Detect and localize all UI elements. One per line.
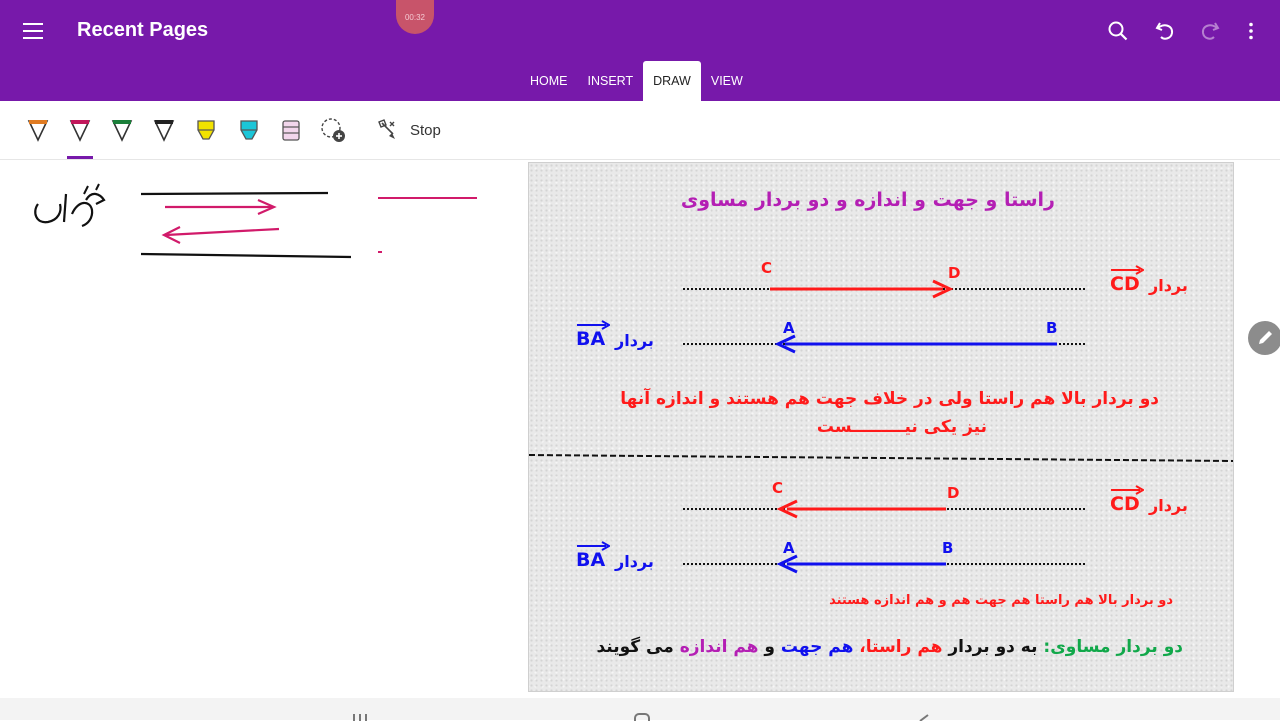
recent-apps-icon — [353, 714, 367, 722]
home-button[interactable] — [634, 708, 650, 726]
definition-collinear: هم راستا، — [859, 637, 943, 657]
vector-ba-label-top: BA — [576, 320, 610, 350]
note-opposite-vectors-line2: نیز یکی نیـــــــــست — [816, 417, 987, 437]
tab-home[interactable]: HOME — [520, 61, 578, 101]
edit-fab-button[interactable] — [1248, 321, 1280, 355]
recording-timer[interactable]: 00:32 — [396, 0, 434, 34]
redo-button[interactable] — [1193, 14, 1227, 48]
redo-icon — [1201, 22, 1220, 40]
definition-label: دو بردار مساوی: — [1043, 637, 1183, 657]
page-title: Recent Pages — [77, 19, 209, 41]
hamburger-menu-button[interactable] — [14, 12, 54, 50]
highlighter-icon — [197, 120, 215, 140]
tab-view[interactable]: VIEW — [701, 61, 753, 101]
pen-icon — [27, 120, 49, 142]
more-vertical-icon — [1249, 22, 1253, 40]
definition-text: به دو بردار — [948, 637, 1038, 657]
point-a: A — [783, 319, 795, 337]
vector-word: بردار — [615, 552, 654, 571]
vector-cd-label-bottom: CD — [1110, 485, 1144, 515]
recent-apps-button[interactable] — [352, 708, 368, 726]
search-icon — [1108, 21, 1128, 41]
undo-icon — [1155, 22, 1174, 40]
ink-line — [140, 191, 329, 196]
vector-name: BA — [576, 328, 606, 350]
highlighter-icon — [240, 120, 258, 140]
highlighter-tool-pink[interactable] — [276, 113, 306, 147]
ink-arrow-left — [165, 227, 280, 237]
vector-ba-label-bottom: BA — [576, 541, 610, 571]
back-icon — [919, 714, 929, 722]
definition-end: می گویند — [596, 637, 674, 657]
point-c: C — [772, 479, 784, 497]
vector-name: BA — [576, 549, 606, 571]
ink-stroke — [85, 192, 106, 205]
note-equal-vectors: دو بردار بالا هم راستا هم جهت هم و هم ان… — [829, 593, 1173, 608]
stop-label: Stop — [410, 121, 441, 139]
search-button[interactable] — [1101, 14, 1135, 48]
vector-name: CD — [1110, 493, 1140, 515]
tab-insert[interactable]: INSERT — [578, 61, 644, 101]
inserted-lesson-image[interactable]: راستا و جهت و اندازه و دو بردار مساوی CD… — [528, 162, 1234, 692]
pen-icon — [69, 120, 91, 142]
marker-icon — [282, 120, 300, 141]
vector-word: بردار — [615, 331, 654, 350]
point-d: D — [947, 484, 960, 502]
point-c: C — [761, 259, 773, 277]
vector-word: بردار — [1149, 496, 1188, 515]
ink-stroke — [83, 183, 100, 195]
vector-arrow-icon — [577, 541, 610, 551]
hamburger-icon — [23, 23, 43, 39]
ink-stroke — [62, 193, 68, 223]
ink-stroke — [70, 201, 94, 228]
point-a: A — [783, 539, 795, 557]
ink-stroke — [34, 203, 62, 224]
pencil-icon — [1259, 331, 1272, 344]
section-divider — [529, 454, 1233, 462]
add-pen-button[interactable] — [318, 113, 348, 147]
equal-vector-definition: دو بردار مساوی: به دو بردار هم راستا، هم… — [596, 637, 1183, 657]
highlighter-tool-cyan[interactable] — [234, 113, 264, 147]
pen-icon — [153, 120, 175, 142]
app-header: Recent Pages 00:32 HOME INSERT DRAW VIEW — [0, 0, 1280, 101]
handwritten-ink — [34, 183, 477, 259]
pen-tool-green[interactable] — [107, 113, 137, 147]
ribbon-tabs: HOME INSERT DRAW VIEW — [520, 61, 753, 101]
tab-draw[interactable]: DRAW — [643, 61, 701, 101]
point-d: D — [948, 264, 961, 282]
point-b: B — [1046, 319, 1058, 337]
stop-button[interactable]: Stop — [376, 115, 441, 145]
pen-tool-magenta[interactable] — [65, 113, 95, 147]
note-opposite-vectors: دو بردار بالا هم راستا ولی در خلاف جهت ه… — [620, 389, 1159, 409]
definition-same-magnitude: هم اندازه — [679, 637, 759, 657]
add-pen-icon — [321, 118, 345, 142]
more-options-button[interactable] — [1234, 14, 1268, 48]
ink-line — [140, 252, 352, 259]
system-navigation-bar — [0, 698, 1280, 726]
definition-and: و — [764, 637, 775, 657]
stop-drawing-icon — [378, 119, 395, 139]
undo-button[interactable] — [1148, 14, 1182, 48]
home-icon — [634, 713, 650, 726]
highlighter-tool-yellow[interactable] — [191, 113, 221, 147]
back-button[interactable] — [916, 708, 932, 726]
selected-tool-indicator — [67, 156, 93, 159]
pen-icon — [111, 120, 133, 142]
point-b: B — [942, 539, 954, 557]
vector-arrow-icon — [577, 320, 610, 330]
draw-toolbar: Stop — [0, 101, 1280, 160]
vector-arrow-icon — [1111, 485, 1144, 495]
definition-same-direction: هم جهت — [780, 637, 854, 657]
pen-tool-black[interactable] — [149, 113, 179, 147]
pen-tool-orange[interactable] — [23, 113, 53, 147]
